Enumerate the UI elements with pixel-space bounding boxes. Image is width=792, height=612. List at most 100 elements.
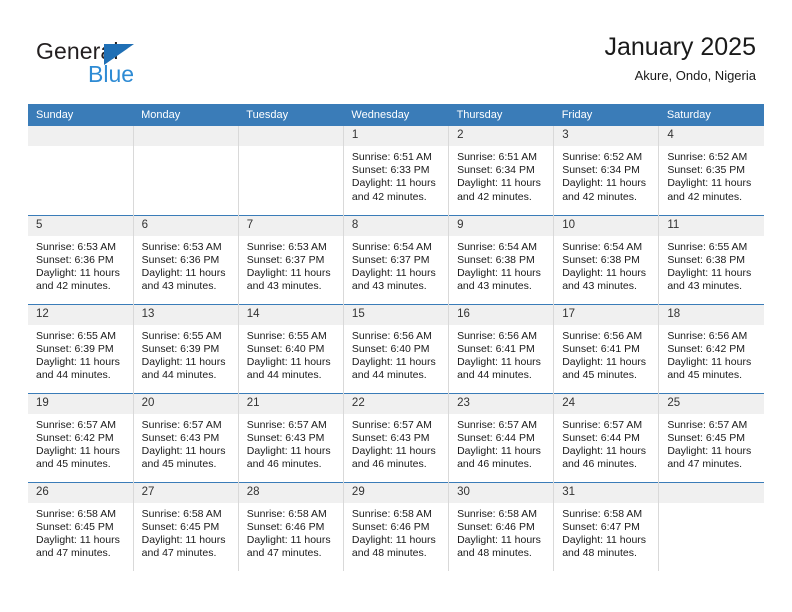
calendar-day-cell[interactable]: 3 Sunrise: 6:52 AM Sunset: 6:34 PM Daylight… xyxy=(553,126,660,215)
calendar-day-cell[interactable]: 8 Sunrise: 6:54 AM Sunset: 6:37 PM Daylight… xyxy=(343,214,450,304)
day-details: Sunrise: 6:57 AM Sunset: 6:45 PM Daylight:… xyxy=(659,414,764,472)
sunset-text: Sunset: 6:38 PM xyxy=(457,253,535,266)
calendar-day-cell[interactable]: 31 Sunrise: 6:58 AM Sunset: 6:47 PM Dayligh… xyxy=(553,481,660,571)
calendar-day-cell[interactable]: 10 Sunrise: 6:54 AM Sunset: 6:38 PM Dayligh… xyxy=(553,214,660,304)
calendar-week-row: 19 Sunrise: 6:57 AM Sunset: 6:42 PM Dayligh… xyxy=(28,392,764,482)
calendar-header-row: Sunday Monday Tuesday Wednesday Thursday… xyxy=(28,104,764,126)
calendar-day-cell[interactable]: 18 Sunrise: 6:56 AM Sunset: 6:42 PM Dayligh… xyxy=(658,303,764,393)
calendar-day-cell[interactable]: 28 Sunrise: 6:58 AM Sunset: 6:46 PM Dayligh… xyxy=(238,481,344,571)
sunset-text: Sunset: 6:42 PM xyxy=(667,342,745,355)
sunrise-text: Sunrise: 6:57 AM xyxy=(457,418,538,431)
sunrise-text: Sunrise: 6:54 AM xyxy=(562,240,643,253)
day-number xyxy=(133,126,238,146)
sunrise-text: Sunrise: 6:57 AM xyxy=(36,418,116,431)
calendar-day-cell[interactable]: 2 Sunrise: 6:51 AM Sunset: 6:34 PM Daylight… xyxy=(448,126,555,215)
calendar-day-cell[interactable]: 30 Sunrise: 6:58 AM Sunset: 6:46 PM Dayligh… xyxy=(448,481,555,571)
calendar-body: 1 Sunrise: 6:51 AM Sunset: 6:33 PM Daylight… xyxy=(28,126,764,571)
daylight-text-line1: Daylight: 11 hours xyxy=(562,266,647,279)
calendar-day-cell[interactable]: 11 Sunrise: 6:55 AM Sunset: 6:38 PM Dayligh… xyxy=(658,214,764,304)
calendar-day-cell[interactable]: 7 Sunrise: 6:53 AM Sunset: 6:37 PM Daylight… xyxy=(238,214,344,304)
sunset-text: Sunset: 6:39 PM xyxy=(141,342,220,355)
calendar-day-cell[interactable]: 19 Sunrise: 6:57 AM Sunset: 6:42 PM Dayligh… xyxy=(28,392,134,482)
day-details: Sunrise: 6:58 AM Sunset: 6:45 PM Daylight:… xyxy=(134,503,238,561)
calendar-day-cell[interactable]: 22 Sunrise: 6:57 AM Sunset: 6:43 PM Dayligh… xyxy=(343,392,450,482)
daylight-text-line2: and 42 minutes. xyxy=(351,190,427,203)
calendar-day-cell[interactable]: 12 Sunrise: 6:55 AM Sunset: 6:39 PM Dayligh… xyxy=(28,303,134,393)
logo-text-blue: Blue xyxy=(88,61,135,87)
sunset-text: Sunset: 6:45 PM xyxy=(36,520,114,533)
location-subtitle: Akure, Ondo, Nigeria xyxy=(634,68,756,83)
sunrise-text: Sunrise: 6:58 AM xyxy=(351,507,432,520)
calendar-day-cell[interactable]: 1 Sunrise: 6:51 AM Sunset: 6:33 PM Daylight… xyxy=(343,126,450,215)
sunset-text: Sunset: 6:38 PM xyxy=(667,253,745,266)
general-blue-logo[interactable]: General Blue xyxy=(36,38,296,90)
day-details: Sunrise: 6:54 AM Sunset: 6:38 PM Daylight:… xyxy=(449,236,553,294)
calendar-day-cell[interactable]: 13 Sunrise: 6:55 AM Sunset: 6:39 PM Dayligh… xyxy=(133,303,239,393)
sunrise-sunset-calendar: Sunday Monday Tuesday Wednesday Thursday… xyxy=(28,104,764,571)
daylight-text-line2: and 43 minutes. xyxy=(246,280,322,293)
sunrise-text: Sunrise: 6:56 AM xyxy=(351,329,432,342)
sunset-text: Sunset: 6:36 PM xyxy=(36,253,114,266)
sunrise-text: Sunrise: 6:56 AM xyxy=(457,329,538,342)
calendar-day-cell[interactable]: 29 Sunrise: 6:58 AM Sunset: 6:46 PM Dayligh… xyxy=(343,481,450,571)
sunrise-text: Sunrise: 6:58 AM xyxy=(141,507,222,520)
calendar-day-cell[interactable]: 21 Sunrise: 6:57 AM Sunset: 6:43 PM Dayligh… xyxy=(238,392,344,482)
daylight-text-line2: and 44 minutes. xyxy=(246,369,322,382)
calendar-day-cell[interactable]: 27 Sunrise: 6:58 AM Sunset: 6:45 PM Dayligh… xyxy=(133,481,239,571)
calendar-day-cell[interactable]: 20 Sunrise: 6:57 AM Sunset: 6:43 PM Dayligh… xyxy=(133,392,239,482)
daylight-text-line2: and 42 minutes. xyxy=(36,280,111,293)
daylight-text-line1: Daylight: 11 hours xyxy=(457,533,541,546)
calendar-day-cell[interactable]: 6 Sunrise: 6:53 AM Sunset: 6:36 PM Daylight… xyxy=(133,214,239,304)
day-number: 27 xyxy=(133,482,238,503)
calendar-day-cell[interactable]: 9 Sunrise: 6:54 AM Sunset: 6:38 PM Daylight… xyxy=(448,214,555,304)
day-details: Sunrise: 6:55 AM Sunset: 6:39 PM Daylight:… xyxy=(28,325,133,383)
calendar-day-cell[interactable]: 15 Sunrise: 6:56 AM Sunset: 6:40 PM Dayligh… xyxy=(343,303,450,393)
day-number: 23 xyxy=(449,393,554,414)
day-details: Sunrise: 6:56 AM Sunset: 6:40 PM Daylight:… xyxy=(344,325,448,383)
sunset-text: Sunset: 6:39 PM xyxy=(36,342,114,355)
calendar-day-cell[interactable]: 17 Sunrise: 6:56 AM Sunset: 6:41 PM Dayligh… xyxy=(553,303,660,393)
daylight-text-line2: and 45 minutes. xyxy=(141,458,217,471)
daylight-text-line2: and 43 minutes. xyxy=(457,280,532,293)
daylight-text-line1: Daylight: 11 hours xyxy=(351,177,436,190)
daylight-text-line1: Daylight: 11 hours xyxy=(562,177,647,190)
day-number: 8 xyxy=(343,215,449,236)
page-title: January 2025 xyxy=(604,33,756,61)
sunrise-text: Sunrise: 6:53 AM xyxy=(36,240,116,253)
calendar-day-cell[interactable]: 23 Sunrise: 6:57 AM Sunset: 6:44 PM Dayligh… xyxy=(448,392,555,482)
weekday-header-sunday: Sunday xyxy=(28,104,134,126)
weekday-header-monday: Monday xyxy=(133,104,239,126)
daylight-text-line1: Daylight: 11 hours xyxy=(36,266,120,279)
day-details: Sunrise: 6:58 AM Sunset: 6:46 PM Daylight:… xyxy=(449,503,553,561)
day-number: 7 xyxy=(238,215,343,236)
sunset-text: Sunset: 6:35 PM xyxy=(667,164,745,177)
calendar-day-cell[interactable]: 26 Sunrise: 6:58 AM Sunset: 6:45 PM Dayligh… xyxy=(28,481,134,571)
day-number: 6 xyxy=(133,215,238,236)
calendar-day-cell-empty xyxy=(658,481,764,571)
sunset-text: Sunset: 6:45 PM xyxy=(141,520,220,533)
day-number: 15 xyxy=(343,304,449,325)
day-number: 22 xyxy=(343,393,449,414)
daylight-text-line1: Daylight: 11 hours xyxy=(667,444,752,457)
calendar-day-cell[interactable]: 24 Sunrise: 6:57 AM Sunset: 6:44 PM Dayligh… xyxy=(553,392,660,482)
day-details: Sunrise: 6:53 AM Sunset: 6:36 PM Daylight:… xyxy=(28,236,133,294)
daylight-text-line2: and 46 minutes. xyxy=(457,458,532,471)
daylight-text-line2: and 44 minutes. xyxy=(351,369,427,382)
day-details: Sunrise: 6:58 AM Sunset: 6:46 PM Daylight:… xyxy=(239,503,343,561)
sunset-text: Sunset: 6:44 PM xyxy=(562,431,640,444)
sunrise-text: Sunrise: 6:55 AM xyxy=(36,329,116,342)
calendar-day-cell[interactable]: 14 Sunrise: 6:55 AM Sunset: 6:40 PM Dayligh… xyxy=(238,303,344,393)
daylight-text-line1: Daylight: 11 hours xyxy=(562,355,647,368)
calendar-day-cell[interactable]: 16 Sunrise: 6:56 AM Sunset: 6:41 PM Dayligh… xyxy=(448,303,555,393)
calendar-day-cell[interactable]: 25 Sunrise: 6:57 AM Sunset: 6:45 PM Dayligh… xyxy=(658,392,764,482)
weekday-header-tuesday: Tuesday xyxy=(238,104,344,126)
day-details: Sunrise: 6:56 AM Sunset: 6:41 PM Daylight:… xyxy=(449,325,553,383)
daylight-text-line2: and 43 minutes. xyxy=(667,280,743,293)
calendar-page: General Blue January 2025 Akure, Ondo, N… xyxy=(0,0,792,612)
calendar-day-cell[interactable]: 4 Sunrise: 6:52 AM Sunset: 6:35 PM Daylight… xyxy=(658,126,764,215)
daylight-text-line1: Daylight: 11 hours xyxy=(246,355,331,368)
calendar-day-cell[interactable]: 5 Sunrise: 6:53 AM Sunset: 6:36 PM Daylight… xyxy=(28,214,134,304)
day-number xyxy=(28,126,133,146)
day-details: Sunrise: 6:57 AM Sunset: 6:43 PM Daylight:… xyxy=(134,414,238,472)
sunset-text: Sunset: 6:43 PM xyxy=(351,431,430,444)
